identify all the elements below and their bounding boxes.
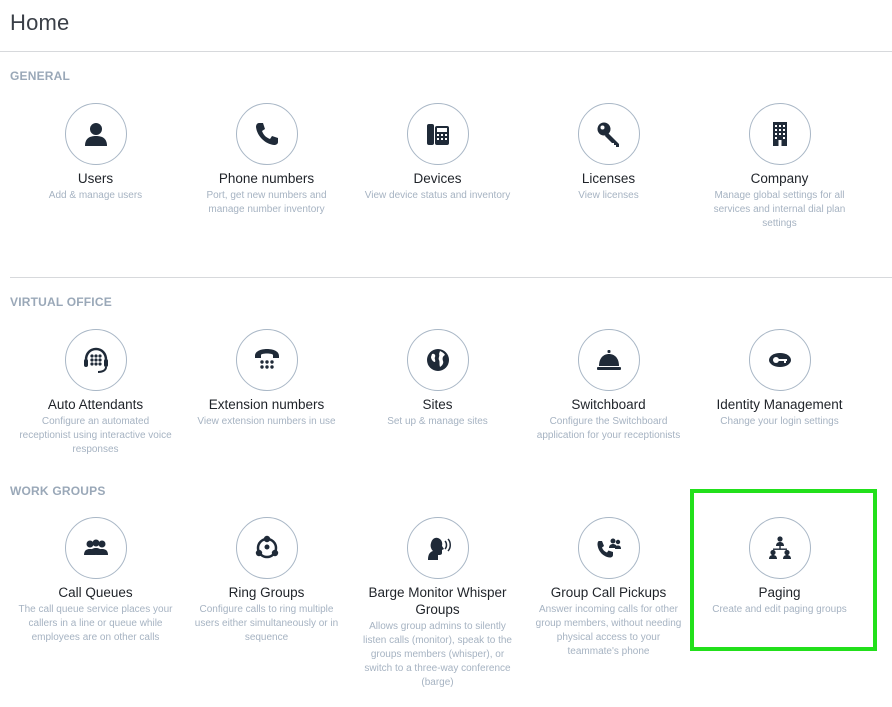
speaking-head-icon (406, 517, 469, 579)
tile-barge-monitor-whisper[interactable]: Barge Monitor Whisper Groups Allows grou… (352, 517, 523, 690)
tile-title: Devices (413, 171, 462, 186)
tile-desc: Change your login settings (720, 416, 839, 427)
tile-title: Switchboard (571, 397, 646, 412)
tile-sites[interactable]: Sites Set up & manage sites (352, 329, 523, 429)
tile-title: Users (77, 171, 114, 186)
key-icon (577, 103, 640, 165)
tile-title: Ring Groups (228, 585, 305, 600)
user-icon (64, 103, 127, 165)
tile-title: Auto Attendants (47, 397, 144, 412)
section-title-work-groups: WORK GROUPS (10, 484, 106, 498)
page-title: Home (10, 10, 70, 35)
divider (10, 277, 892, 278)
desk-phone-icon (406, 103, 469, 165)
tile-group-call-pickups[interactable]: Group Call Pickups Answer incoming calls… (523, 517, 694, 659)
identity-key-icon (748, 329, 811, 391)
tile-desc: Configure calls to ring multiple users e… (194, 604, 339, 643)
tile-call-queues[interactable]: Call Queues The call queue service place… (10, 517, 181, 645)
tile-desc: View licenses (578, 190, 639, 201)
tile-desc: Set up & manage sites (387, 416, 488, 427)
tile-title: Group Call Pickups (550, 585, 667, 600)
tile-desc: Answer incoming calls for other group me… (535, 604, 682, 657)
tile-desc: Add & manage users (48, 190, 143, 201)
highlight-box (690, 489, 877, 651)
building-icon (748, 103, 811, 165)
headset-dialpad-icon (64, 329, 127, 391)
rotary-phone-icon (235, 329, 298, 391)
tile-desc: The call queue service places your calle… (18, 604, 173, 643)
tile-desc: Configure an automated receptionist usin… (19, 416, 172, 455)
service-bell-icon (577, 329, 640, 391)
tile-title: Barge Monitor Whisper Groups (368, 585, 507, 617)
tile-title: Extension numbers (208, 397, 325, 412)
tile-licenses[interactable]: Licenses View licenses (523, 103, 694, 203)
tile-phone-numbers[interactable]: Phone numbers Port, get new numbers and … (181, 103, 352, 217)
phone-group-icon (577, 517, 640, 579)
phone-icon (235, 103, 298, 165)
general-section: Users Add & manage users Phone numbers P… (10, 103, 865, 283)
tile-title: Sites (422, 397, 453, 412)
section-title-general: GENERAL (10, 69, 71, 83)
tile-title: Company (750, 171, 809, 186)
tile-desc: Port, get new numbers and manage number … (206, 190, 327, 215)
tile-identity-management[interactable]: Identity Management Change your login se… (694, 329, 865, 429)
tile-switchboard[interactable]: Switchboard Configure the Switchboard ap… (523, 329, 694, 443)
globe-icon (406, 329, 469, 391)
tile-desc: Configure the Switchboard application fo… (536, 416, 681, 441)
tile-ring-groups[interactable]: Ring Groups Configure calls to ring mult… (181, 517, 352, 645)
tile-desc: Allows group admins to silently listen c… (363, 621, 512, 688)
virtual-office-section: Auto Attendants Configure an automated r… (10, 329, 865, 509)
tile-title: Call Queues (58, 585, 133, 600)
group-icon (64, 517, 127, 579)
tile-devices[interactable]: Devices View device status and inventory (352, 103, 523, 203)
tile-title: Identity Management (716, 397, 843, 412)
tile-users[interactable]: Users Add & manage users (10, 103, 181, 203)
divider (0, 51, 892, 52)
tile-extension-numbers[interactable]: Extension numbers View extension numbers… (181, 329, 352, 429)
tile-desc: View extension numbers in use (197, 416, 336, 427)
tile-title: Licenses (581, 171, 636, 186)
tile-company[interactable]: Company Manage global settings for all s… (694, 103, 865, 231)
tile-title: Phone numbers (218, 171, 315, 186)
section-title-virtual-office: VIRTUAL OFFICE (10, 295, 112, 309)
tile-desc: Manage global settings for all services … (713, 190, 846, 229)
tile-auto-attendants[interactable]: Auto Attendants Configure an automated r… (10, 329, 181, 457)
ring-group-icon (235, 517, 298, 579)
tile-desc: View device status and inventory (364, 190, 511, 201)
